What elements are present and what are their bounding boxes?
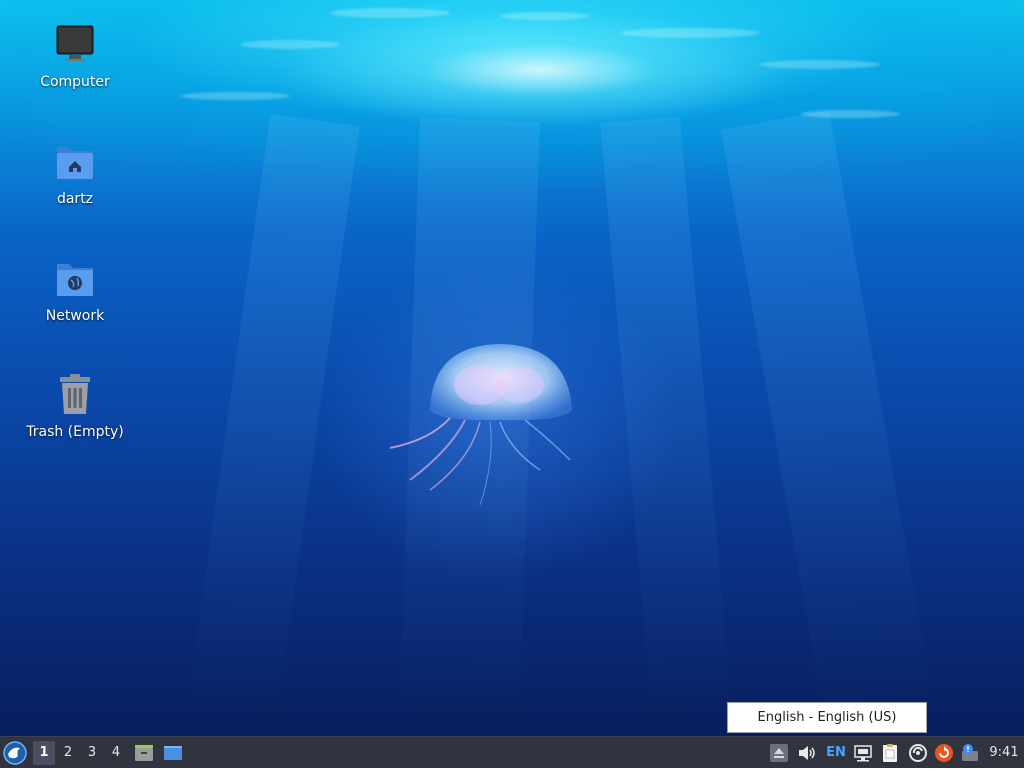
surface-ripple <box>500 12 590 20</box>
clock[interactable]: 9:41 <box>986 741 1022 765</box>
computer-icon <box>51 22 99 70</box>
surface-ripple <box>760 60 880 69</box>
light-ray <box>600 116 733 722</box>
light-ray <box>720 110 934 721</box>
light-ray <box>186 113 360 721</box>
workspace-1-button[interactable]: 1 <box>33 741 55 765</box>
surface-ripple <box>620 28 760 38</box>
clipboard-icon[interactable] <box>880 743 900 763</box>
show-desktop-icon[interactable] <box>163 743 183 763</box>
keyboard-layout-tooltip: English - English (US) <box>727 702 927 733</box>
eject-icon[interactable] <box>769 743 789 763</box>
surface-ripple <box>800 110 900 118</box>
lubuntu-menu-icon[interactable] <box>2 740 28 766</box>
surface-ripple <box>330 8 450 18</box>
desktop-icon-label: Trash (Empty) <box>26 424 124 440</box>
software-updater-icon[interactable] <box>934 743 954 763</box>
desktop-icon-home[interactable]: dartz <box>20 139 130 207</box>
surface-ripple <box>180 92 290 100</box>
desktop-icon-computer[interactable]: Computer <box>20 22 130 90</box>
desktop-icon-label: Computer <box>40 74 110 90</box>
desktop-icon-label: Network <box>45 308 105 324</box>
surface-ripple <box>240 40 340 49</box>
network-folder-icon <box>51 256 99 304</box>
update-notifier-icon[interactable] <box>908 743 928 763</box>
desktop-background[interactable]: Computer dartz Network Trash (Empty) <box>0 0 1024 736</box>
workspace-2-button[interactable]: 2 <box>57 741 79 765</box>
desktop-icon-network[interactable]: Network <box>20 256 130 324</box>
trash-icon <box>51 372 99 420</box>
workspace-4-button[interactable]: 4 <box>105 741 127 765</box>
notification-icon[interactable] <box>960 743 980 763</box>
jellyfish-wallpaper-art <box>389 344 572 506</box>
keyboard-layout-indicator[interactable]: EN <box>825 742 847 764</box>
file-manager-icon[interactable] <box>134 743 154 763</box>
volume-icon[interactable] <box>797 743 817 763</box>
workspace-3-button[interactable]: 3 <box>81 741 103 765</box>
home-folder-icon <box>51 139 99 187</box>
desktop-icon-label: dartz <box>56 191 94 207</box>
network-wired-icon[interactable] <box>853 743 873 763</box>
desktop-icon-trash[interactable]: Trash (Empty) <box>20 372 130 440</box>
taskbar-panel: 1 2 3 4 EN 9:41 <box>0 736 1024 768</box>
